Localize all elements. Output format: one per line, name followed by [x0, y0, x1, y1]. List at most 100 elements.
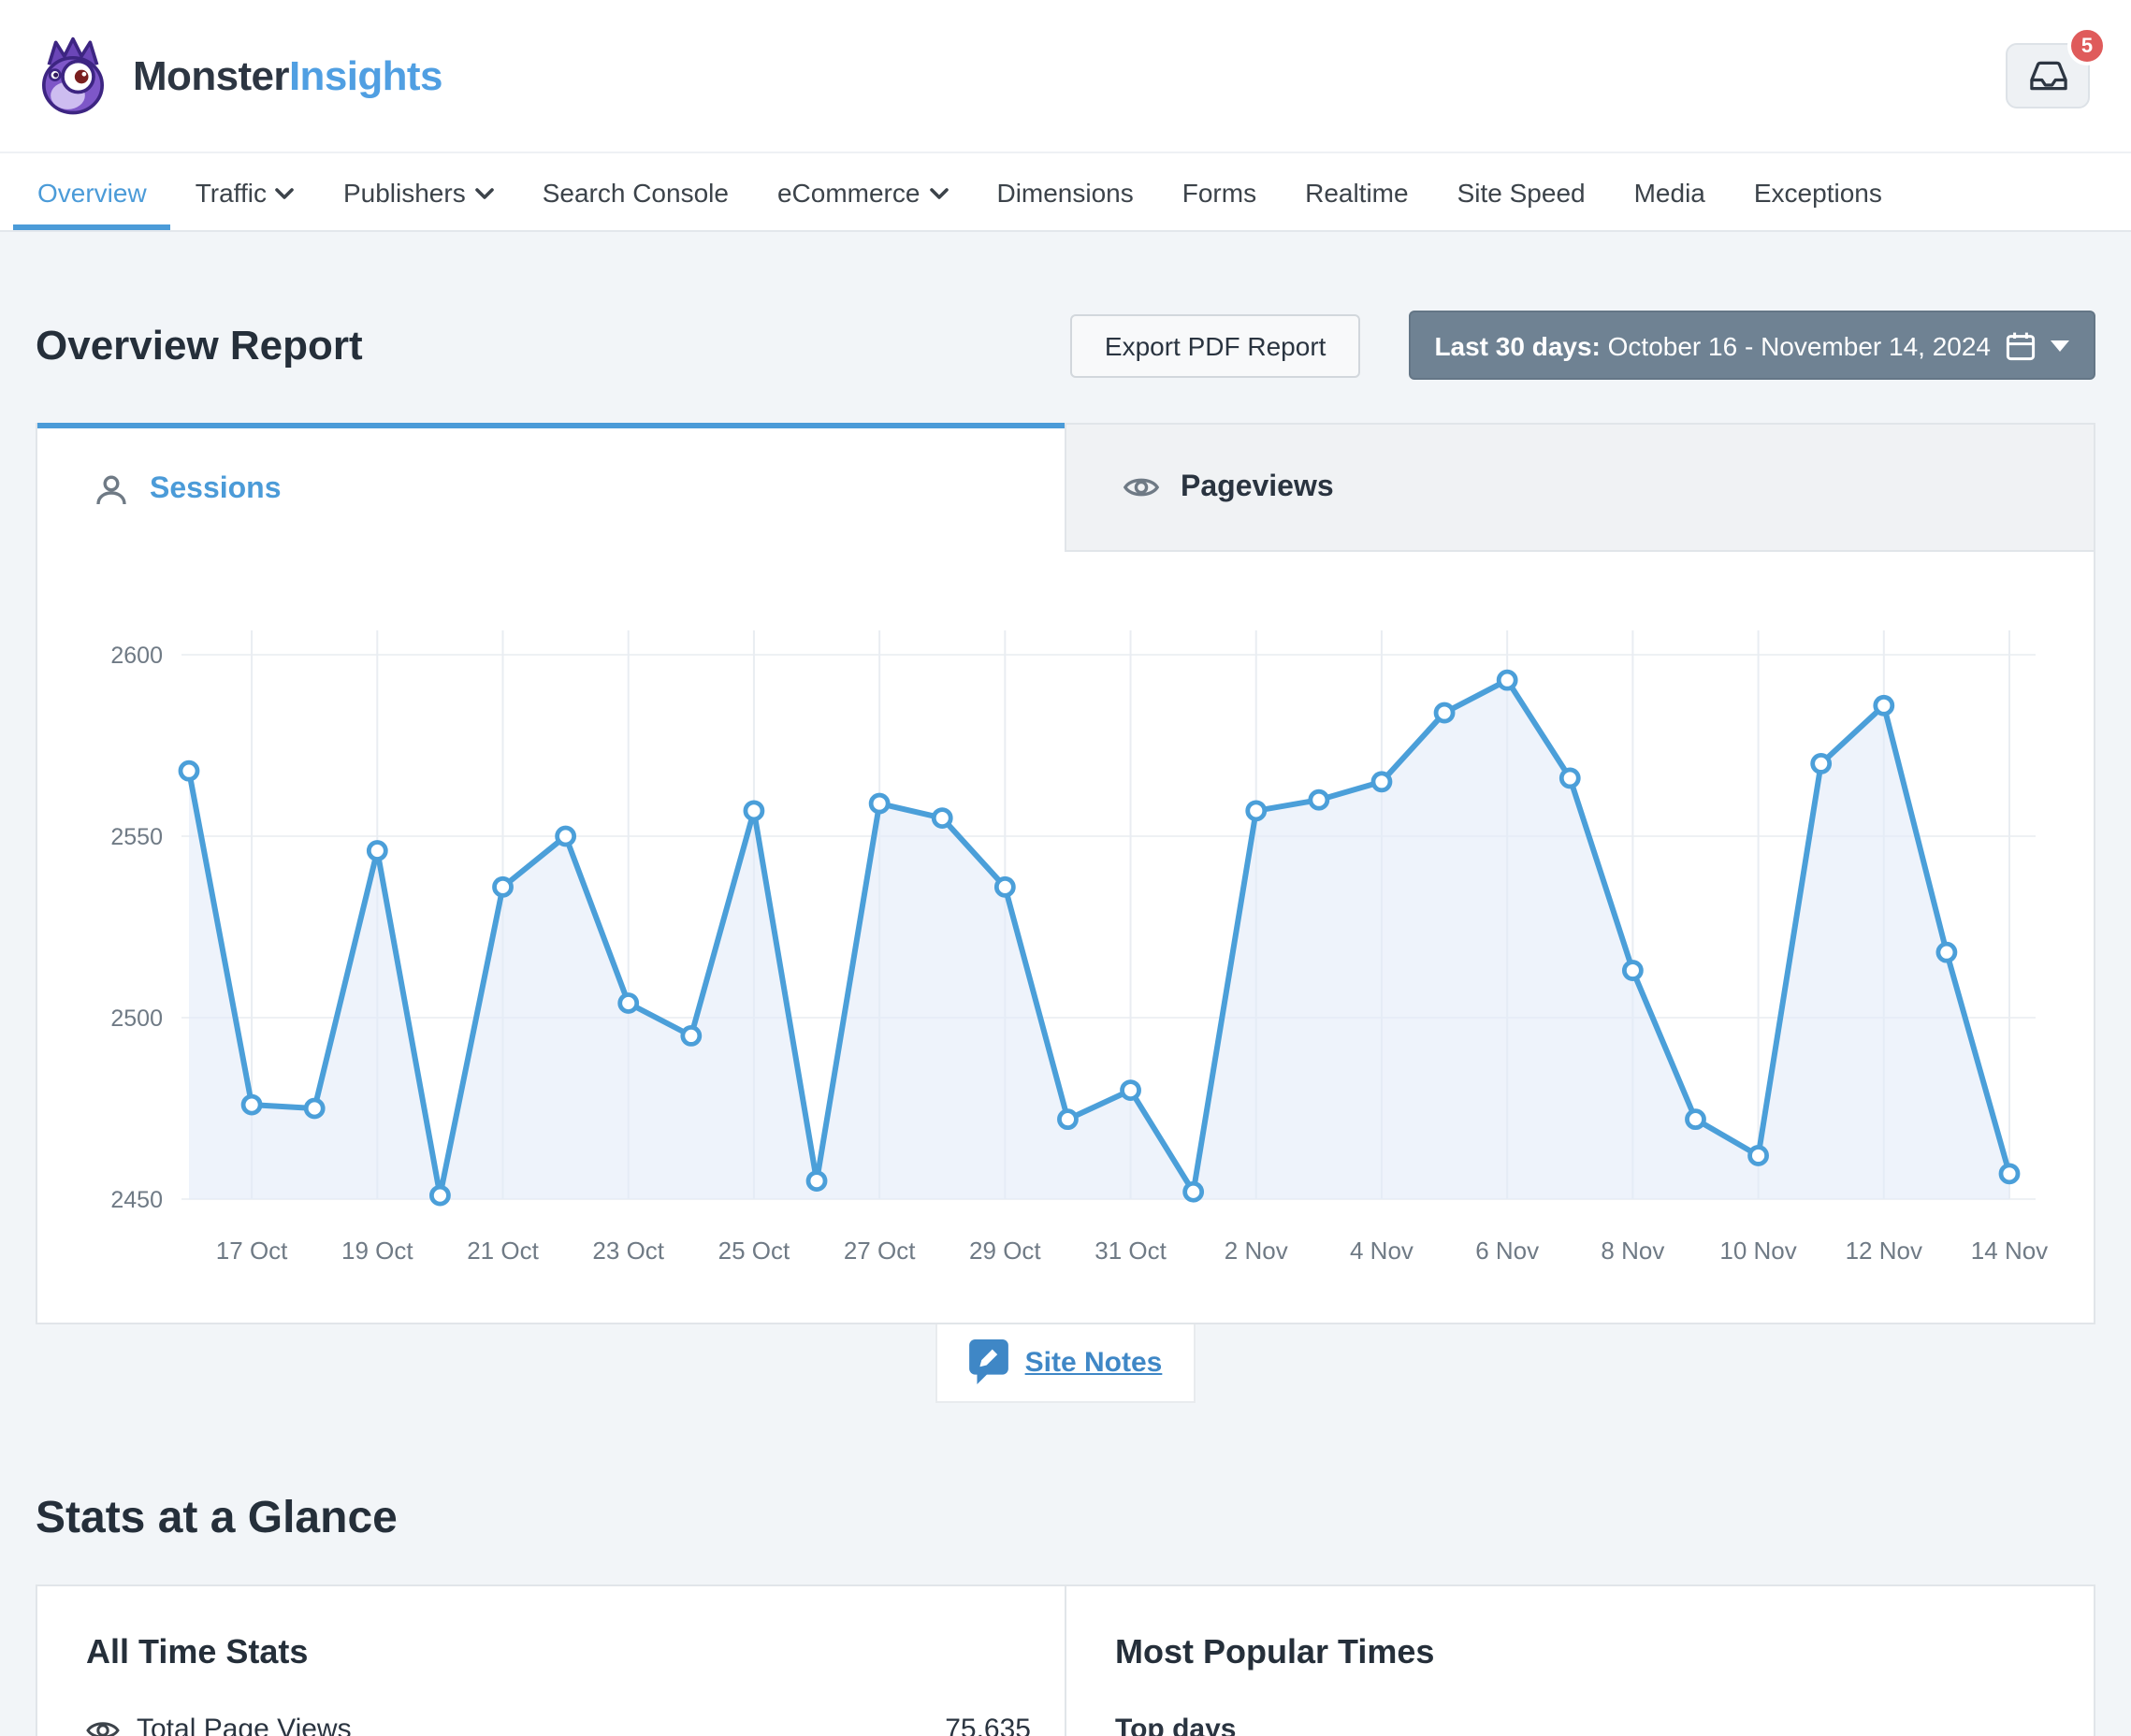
top-days-label: Top days	[1115, 1714, 2060, 1736]
data-point[interactable]	[306, 1100, 323, 1117]
x-axis-label: 21 Oct	[467, 1237, 539, 1265]
notifications-button[interactable]: 5	[2006, 43, 2090, 108]
data-point[interactable]	[1311, 791, 1327, 808]
nav-item-publishers[interactable]: Publishers	[319, 153, 518, 230]
tab-sessions[interactable]: Sessions	[37, 423, 1065, 552]
nav-item-dimensions[interactable]: Dimensions	[972, 153, 1157, 230]
pencil-icon	[969, 1339, 1008, 1384]
data-point[interactable]	[683, 1027, 700, 1044]
site-notes-row: Site Notes	[36, 1324, 2095, 1403]
nav-item-label: Exceptions	[1754, 177, 1882, 207]
chevron-down-icon	[475, 187, 494, 200]
sessions-line-chart: 245025002550260017 Oct19 Oct21 Oct23 Oct…	[37, 552, 2097, 1323]
date-range-text: Last 30 days: October 16 - November 14, …	[1434, 330, 1991, 360]
x-axis-label: 10 Nov	[1719, 1237, 1796, 1265]
date-range-label: Last 30 days:	[1434, 330, 1600, 360]
data-point[interactable]	[1687, 1111, 1703, 1128]
total-page-views-value: 75,635	[945, 1714, 1031, 1736]
monsterinsights-app: MonsterInsights 5 Overview Traffic Publish…	[0, 0, 2131, 1736]
nav-item-label: Realtime	[1305, 177, 1409, 207]
x-axis-label: 17 Oct	[216, 1237, 288, 1265]
most-popular-times-title: Most Popular Times	[1115, 1633, 2060, 1672]
nav-item-label: Search Console	[543, 177, 729, 207]
data-point[interactable]	[495, 878, 512, 895]
x-axis-label: 8 Nov	[1601, 1237, 1664, 1265]
total-page-views-label: Total Page Views	[137, 1714, 352, 1736]
data-point[interactable]	[1185, 1183, 1202, 1200]
chevron-down-icon	[276, 187, 295, 200]
x-axis-label: 29 Oct	[969, 1237, 1041, 1265]
y-axis-label: 2450	[110, 1187, 163, 1213]
data-point[interactable]	[1876, 697, 1892, 714]
x-axis-label: 19 Oct	[341, 1237, 413, 1265]
data-point[interactable]	[1624, 962, 1641, 979]
data-point[interactable]	[181, 762, 197, 779]
nav-item-site-speed[interactable]: Site Speed	[1433, 153, 1610, 230]
area-fill	[189, 680, 2009, 1199]
data-point[interactable]	[1436, 704, 1453, 721]
notification-count-badge: 5	[2067, 26, 2107, 65]
nav-item-label: Traffic	[196, 177, 267, 207]
tab-pageviews[interactable]: Pageviews	[1065, 423, 2094, 552]
data-point[interactable]	[1373, 774, 1390, 790]
tab-pageviews-label: Pageviews	[1181, 470, 1334, 504]
data-point[interactable]	[1938, 944, 1955, 961]
data-point[interactable]	[808, 1173, 825, 1190]
inbox-icon	[2027, 58, 2068, 94]
chevron-down-icon	[929, 187, 948, 200]
monster-mascot-icon	[32, 35, 114, 117]
site-notes-button[interactable]: Site Notes	[935, 1324, 1196, 1403]
brand-monster: Monster	[133, 51, 289, 98]
nav-item-realtime[interactable]: Realtime	[1281, 153, 1433, 230]
data-point[interactable]	[1059, 1111, 1076, 1128]
nav-item-label: Publishers	[343, 177, 466, 207]
x-axis-label: 25 Oct	[718, 1237, 790, 1265]
all-time-stats-title: All Time Stats	[86, 1633, 1031, 1672]
chart-tabs: Sessions Pageviews	[37, 423, 2094, 552]
x-axis-label: 14 Nov	[1971, 1237, 2048, 1265]
data-point[interactable]	[996, 878, 1013, 895]
site-header: MonsterInsights 5	[0, 0, 2131, 153]
header-actions: 5	[2006, 43, 2090, 108]
nav-item-forms[interactable]: Forms	[1158, 153, 1281, 230]
data-point[interactable]	[1561, 770, 1578, 787]
y-axis-label: 2550	[110, 824, 163, 850]
data-point[interactable]	[1750, 1147, 1767, 1164]
brand-wordmark: MonsterInsights	[133, 51, 442, 100]
x-axis-label: 31 Oct	[1094, 1237, 1167, 1265]
nav-item-label: Site Speed	[1457, 177, 1586, 207]
export-pdf-button[interactable]: Export PDF Report	[1071, 313, 1360, 377]
nav-item-label: eCommerce	[777, 177, 921, 207]
data-point[interactable]	[934, 810, 950, 827]
sessions-chart[interactable]: 245025002550260017 Oct19 Oct21 Oct23 Oct…	[37, 552, 2097, 1323]
nav-item-label: Forms	[1182, 177, 1256, 207]
data-point[interactable]	[431, 1187, 448, 1204]
data-point[interactable]	[871, 795, 888, 812]
data-point[interactable]	[1813, 755, 1830, 772]
data-point[interactable]	[1499, 672, 1515, 688]
nav-item-media[interactable]: Media	[1610, 153, 1730, 230]
data-point[interactable]	[620, 994, 637, 1011]
tab-sessions-label: Sessions	[150, 473, 282, 507]
calendar-icon	[2006, 330, 2036, 360]
date-range-button[interactable]: Last 30 days: October 16 - November 14, …	[1408, 311, 2095, 380]
data-point[interactable]	[243, 1096, 260, 1113]
y-axis-label: 2500	[110, 1005, 163, 1032]
data-point[interactable]	[2001, 1165, 2018, 1182]
data-point[interactable]	[1248, 803, 1265, 819]
nav-item-overview[interactable]: Overview	[13, 153, 171, 230]
site-notes-label: Site Notes	[1025, 1346, 1163, 1378]
data-point[interactable]	[369, 843, 385, 860]
report-header: Overview Report Export PDF Report Last 3…	[36, 311, 2095, 380]
nav-item-traffic[interactable]: Traffic	[171, 153, 319, 230]
data-point[interactable]	[558, 828, 574, 845]
sessions-chart-card: Sessions Pageviews 245025002550260017 Oc…	[36, 423, 2095, 1324]
data-point[interactable]	[746, 803, 762, 819]
stat-row-total-page-views: Total Page Views 75,635	[86, 1714, 1031, 1736]
nav-item-ecommerce[interactable]: eCommerce	[753, 153, 973, 230]
data-point[interactable]	[1123, 1082, 1139, 1099]
stats-panel: All Time Stats Total Page Views 75,635 M…	[36, 1584, 2095, 1736]
date-range-value: October 16 - November 14, 2024	[1608, 330, 1991, 360]
nav-item-exceptions[interactable]: Exceptions	[1730, 153, 1906, 230]
nav-item-search-console[interactable]: Search Console	[518, 153, 753, 230]
